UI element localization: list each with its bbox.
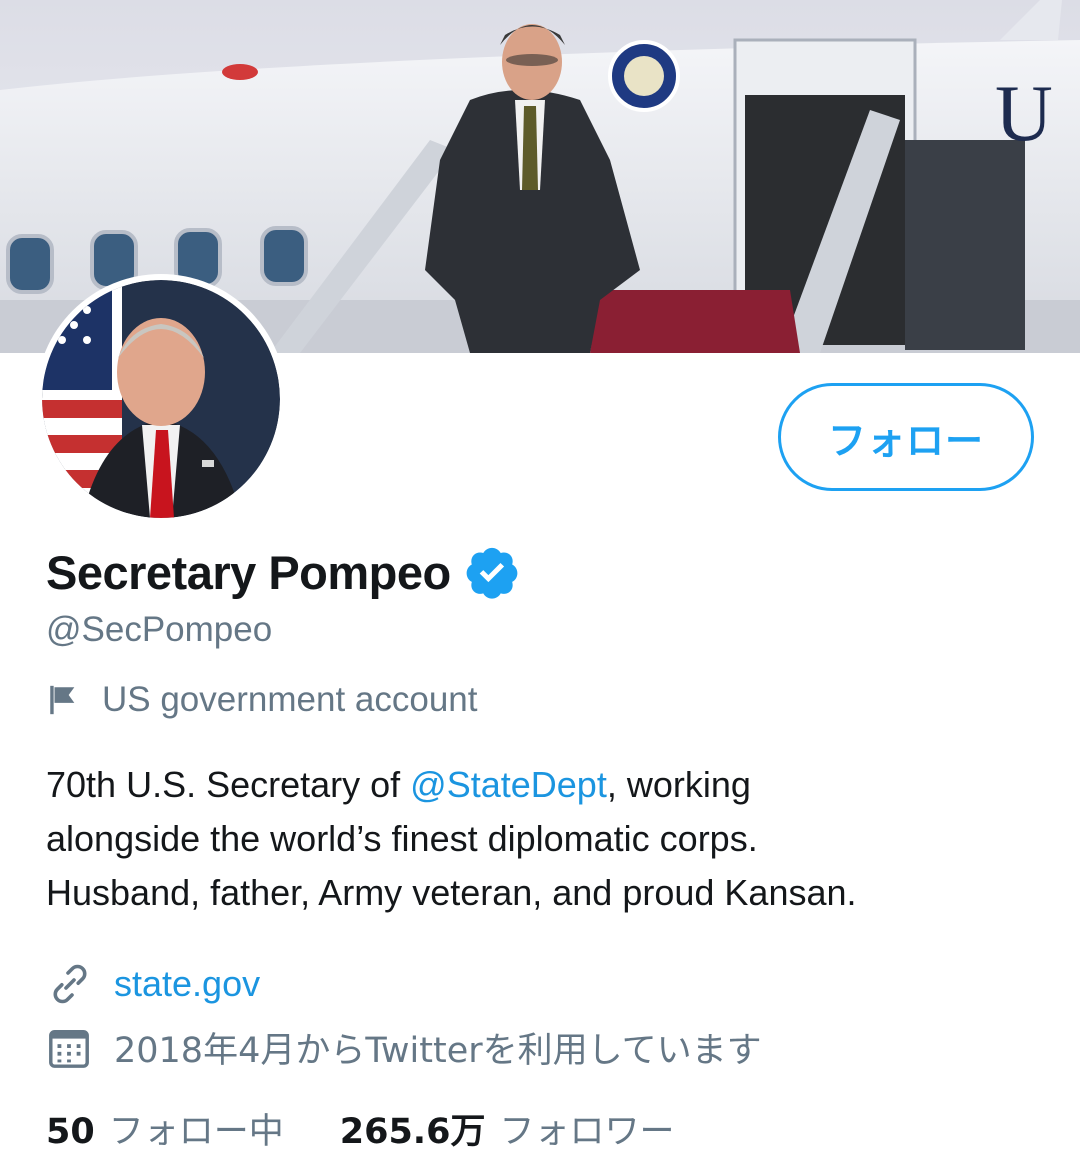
bio-line-2: alongside the world’s finest diplomatic … (46, 818, 758, 859)
following-stat[interactable]: 50 フォロー中 (46, 1103, 284, 1154)
verified-badge-icon (466, 547, 518, 599)
website-link[interactable]: state.gov (114, 963, 260, 1005)
flag-icon (50, 685, 75, 715)
profile-bio: 70th U.S. Secretary of @StateDept, worki… (46, 758, 1036, 920)
account-type-row: US government account (46, 680, 477, 720)
bio-text: 70th U.S. Secretary of (46, 764, 411, 805)
followers-count: 265.6万 (339, 1112, 486, 1152)
svg-text:U: U (995, 70, 1053, 158)
bio-line-3: Husband, father, Army veteran, and proud… (46, 872, 857, 913)
calendar-icon (49, 1029, 89, 1068)
following-count: 50 (46, 1112, 95, 1152)
profile-avatar[interactable] (42, 280, 280, 518)
link-icon (53, 964, 87, 1004)
following-label: フォロー中 (108, 1112, 284, 1152)
follow-stats: 50 フォロー中 265.6万 フォロワー (46, 1103, 674, 1154)
followers-stat[interactable]: 265.6万 フォロワー (340, 1103, 675, 1154)
bio-mention-link[interactable]: @StateDept (410, 764, 607, 805)
profile-name-row: Secretary Pompeo (46, 540, 521, 604)
display-name: Secretary Pompeo (46, 545, 451, 599)
account-type-label: US government account (102, 680, 478, 719)
followers-label: フォロワー (499, 1112, 675, 1152)
website-row: state.gov (46, 960, 260, 1008)
follow-button[interactable]: フォロー (778, 383, 1034, 491)
joined-row: 2018年4月からTwitterを利用しています (46, 1022, 762, 1073)
bio-text: , working (606, 764, 751, 805)
joined-date: 2018年4月からTwitterを利用しています (114, 1031, 762, 1071)
profile-handle: @SecPompeo (46, 610, 273, 649)
bio-line-1: 70th U.S. Secretary of @StateDept, worki… (46, 758, 1036, 812)
